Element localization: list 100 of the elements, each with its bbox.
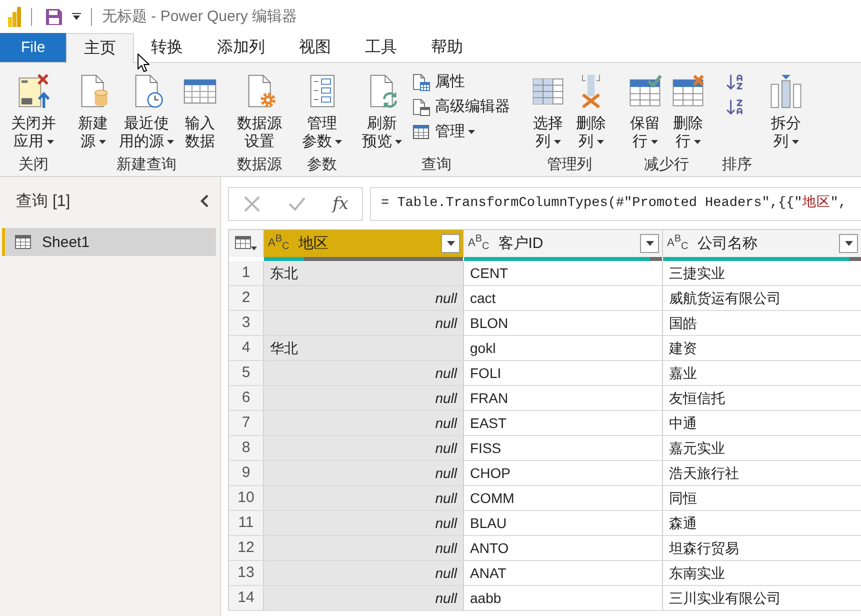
chevron-left-icon [200,194,209,208]
filter-button[interactable] [441,234,460,253]
caret-icon [646,241,654,246]
ribbon-button[interactable]: 新建 源 [73,67,113,151]
ribbon-button[interactable]: 数据源 设置 [234,67,285,151]
caret-icon [72,13,81,20]
filter-button[interactable] [839,234,858,253]
function-button[interactable]: fx [328,192,352,216]
table-cell: ANAT [464,561,663,586]
row-number: 1 [229,261,264,286]
ribbon-tab[interactable]: 添加列 [200,33,282,62]
filter-button[interactable] [640,234,659,253]
table-cell: null [264,411,464,436]
table-cell: null [264,561,464,586]
column-name: 公司名称 [697,234,758,253]
ribbon-button[interactable]: 拆分 列 [766,67,806,151]
table-cell: null [264,386,464,411]
table-cell: COMM [464,486,663,511]
ribbon-button[interactable]: 保留 行 [625,67,665,151]
table-cell: FOLI [464,361,663,386]
row-number: 8 [229,436,264,461]
document-window-icon [412,98,430,116]
table-cell: null [264,461,464,486]
table-cell: 东北 [264,261,464,286]
formula-field[interactable]: = Table.TransformColumnTypes(#"Promoted Headers",{{"地区", [370,187,861,221]
caret-icon [844,241,852,246]
row-number: 10 [229,486,264,511]
group-label: 关闭 [18,154,48,174]
table-cell: null [264,286,464,311]
window-title: 无标题 - Power Query 编辑器 [102,7,298,26]
table-cell: BLAU [464,511,663,536]
column-name: 地区 [298,234,328,253]
save-icon [45,8,63,26]
group-label: 数据源 [237,154,282,174]
table-cell: null [264,436,464,461]
table-menu-button[interactable] [229,229,264,257]
ribbon-button[interactable]: 属性 [408,69,514,94]
group-label: 查询 [422,154,452,174]
table-cell: gokl [464,336,663,361]
table-cell: EAST [464,411,663,436]
group-label: 管理列 [547,154,592,174]
ribbon-button[interactable]: 删除 行 [668,67,708,151]
ribbon-button[interactable]: 管理 参数 [299,67,345,151]
group-label: 参数 [307,154,337,174]
panel-title: 查询 [1] [16,192,70,212]
table-icon [15,235,31,249]
table-dropdown-icon [235,236,257,251]
row-number: 3 [229,311,264,336]
caret-icon [446,241,454,246]
table-cell: CENT [464,261,663,286]
ribbon-button[interactable]: 高级编辑器 [408,94,514,119]
column-name: 客户ID [498,234,544,253]
table-cell: null [264,311,464,336]
ribbon-tab[interactable]: 转换 [134,33,200,62]
ribbon-button[interactable]: 关闭并 应用 [8,67,59,151]
ribbon-button[interactable]: 管理 [408,119,514,144]
table-cell: FISS [464,436,663,461]
bars-logo-icon [8,6,21,26]
table-cell: aabb [464,586,663,611]
ribbon-tab[interactable]: 主页 [66,33,134,63]
ribbon-button[interactable]: 刷新 预览 [359,67,405,151]
ribbon-tab[interactable]: 工具 [348,33,414,62]
ribbon-tab[interactable]: 帮助 [414,33,480,62]
ribbon-button[interactable]: 选择 列 [528,67,568,151]
table-check-icon [628,73,662,109]
row-number: 11 [229,511,264,536]
group-label: 新建查询 [116,154,176,174]
table-cell: BLON [464,311,663,336]
row-number: 7 [229,411,264,436]
query-item[interactable]: Sheet1 [2,228,216,256]
sort-ascending-icon [725,72,745,92]
table-cell: null [264,486,464,511]
row-number: 4 [229,336,264,361]
table-cell: 华北 [264,336,464,361]
table-cell: cact [464,286,663,311]
row-number: 13 [229,561,264,586]
document-table-icon [412,72,430,90]
ribbon-button[interactable]: 输入 数据 [180,67,220,151]
table-cell: CHOP [464,461,663,486]
group-label: 减少行 [644,154,689,174]
table-cell: ANTO [464,536,663,561]
table-cell: FRAN [464,386,663,411]
table-cell: null [264,586,464,611]
row-number: 9 [229,461,264,486]
close-icon [242,195,261,213]
table-x-icon [671,73,705,109]
row-number: 5 [229,361,264,386]
row-number: 2 [229,286,264,311]
table-cell: null [264,361,464,386]
save-button[interactable] [45,8,63,26]
table-cell: null [264,511,464,536]
quick-access-menu-button[interactable] [72,11,81,22]
ribbon-button[interactable]: 删除 列 [571,67,611,151]
ribbon-tab[interactable]: 视图 [282,33,348,62]
ribbon-button[interactable]: 最近使 用的源 [116,67,177,151]
columns-arrow-icon [769,73,803,109]
row-number: 12 [229,536,264,561]
sort-descending-icon [725,97,745,117]
row-number: 6 [229,386,264,411]
ribbon-tab[interactable]: File [0,33,66,62]
